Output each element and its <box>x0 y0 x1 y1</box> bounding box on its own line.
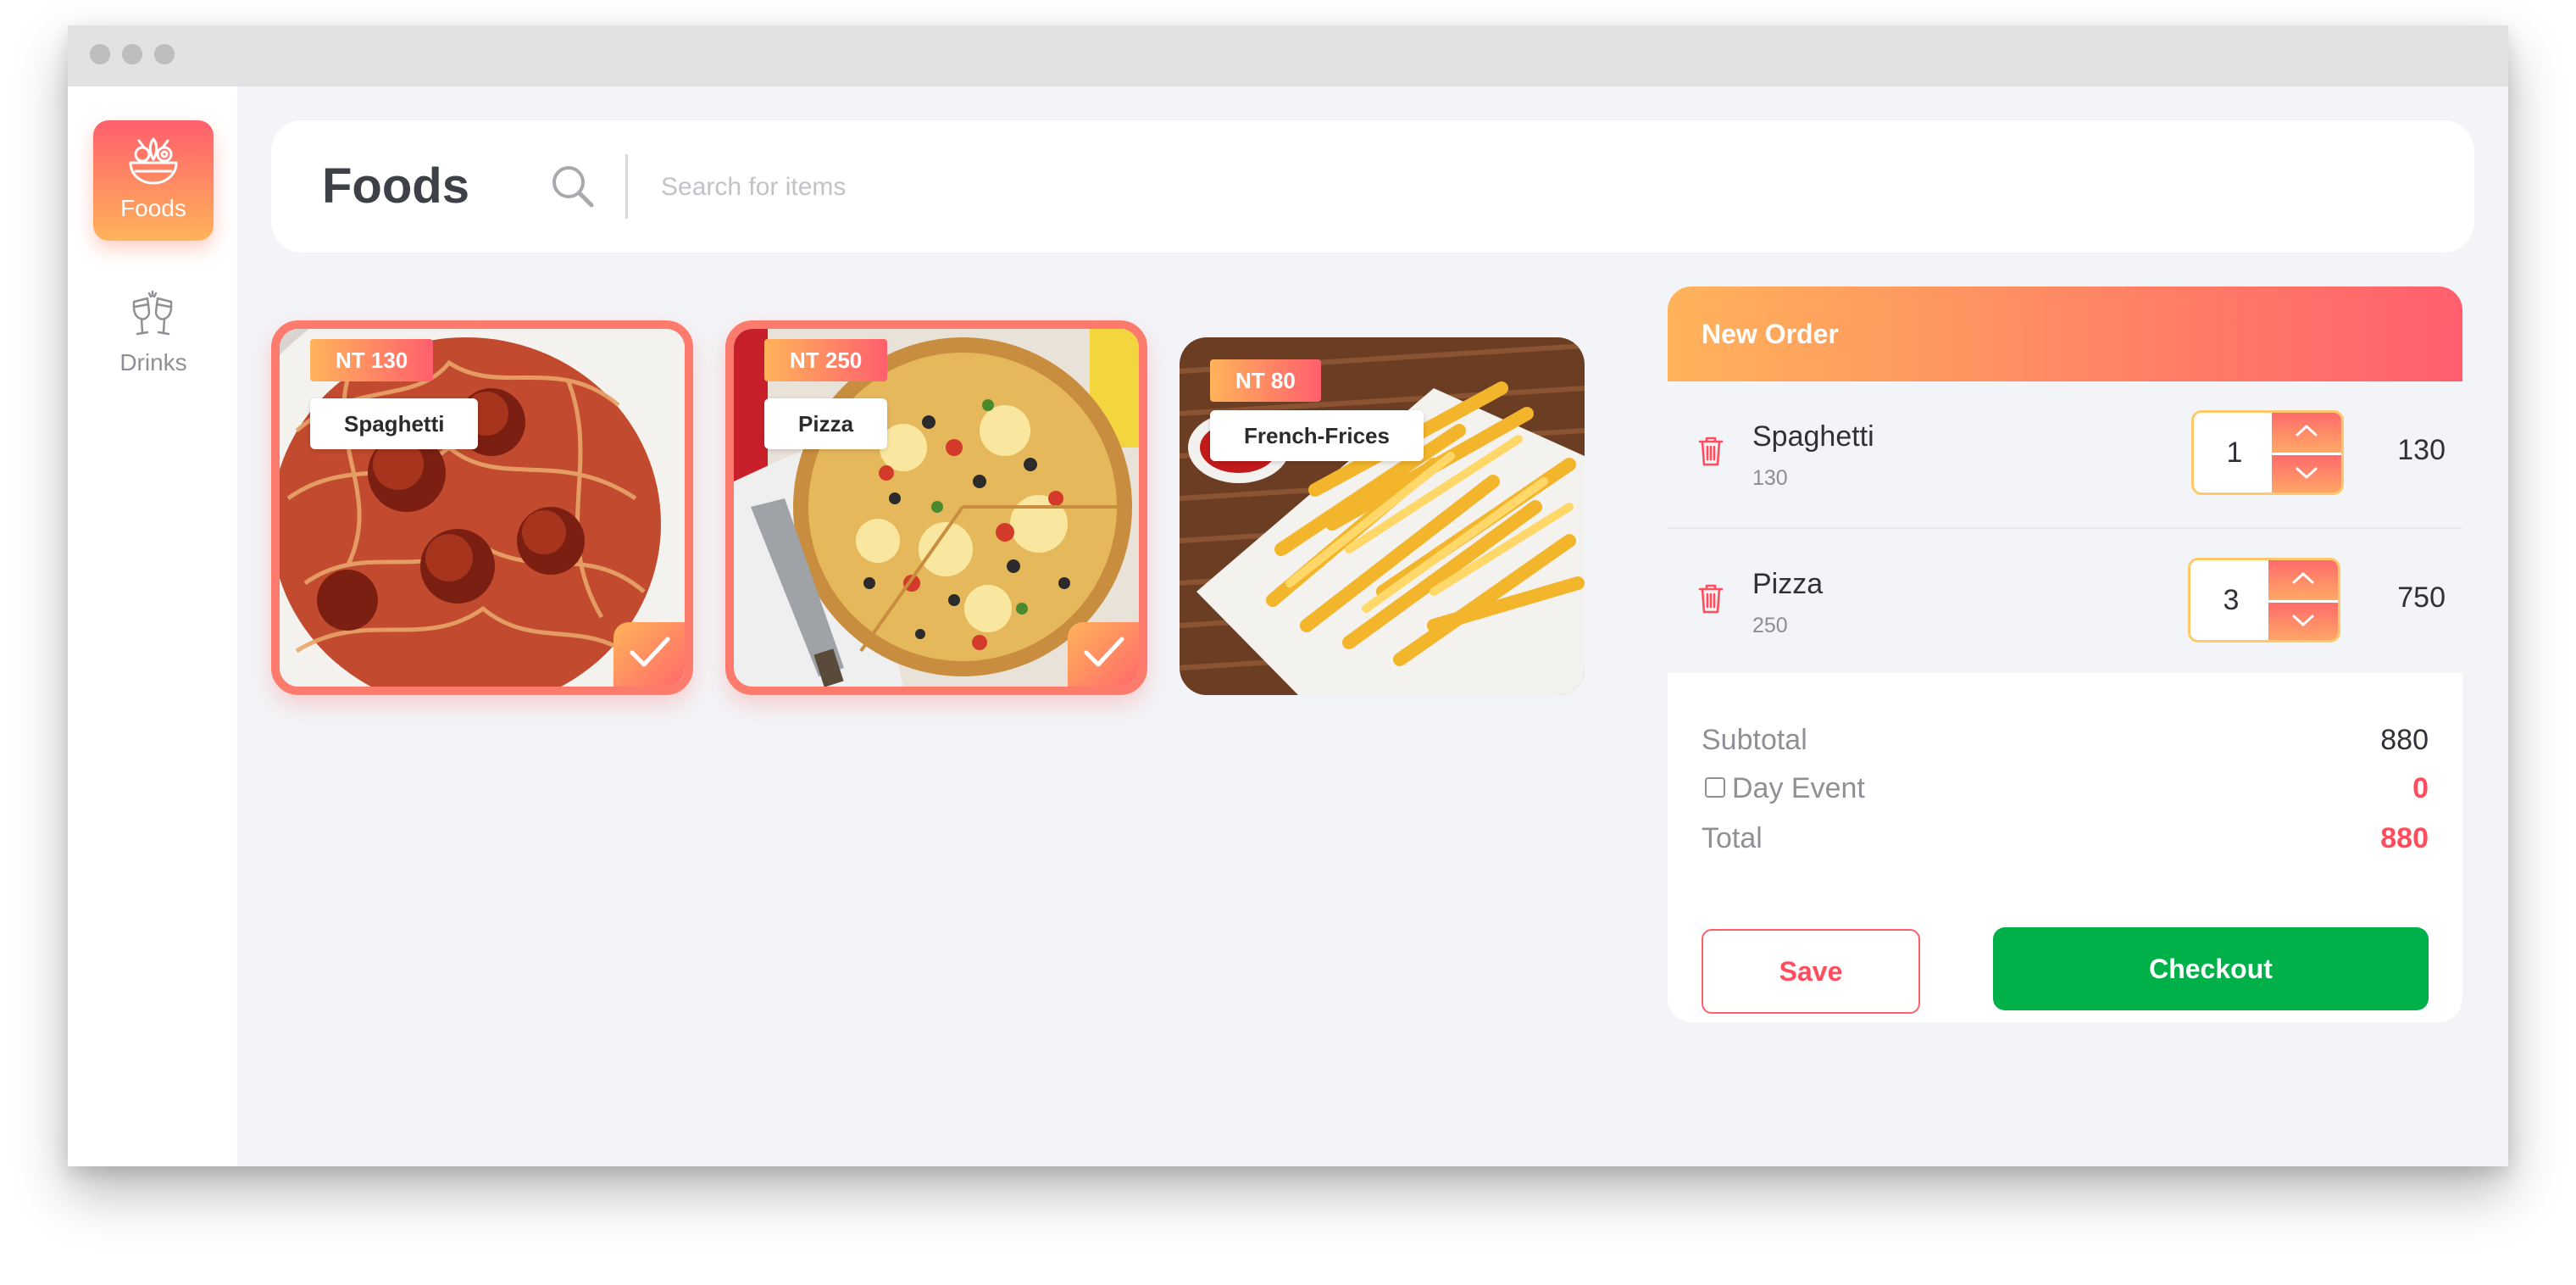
search-divider <box>625 154 628 219</box>
order-header: New Order <box>1668 286 2462 381</box>
order-item-name: Spaghetti <box>1752 420 1874 453</box>
window-minimize-dot[interactable] <box>122 44 142 64</box>
checkmark-icon <box>1084 637 1124 667</box>
trash-icon[interactable] <box>1696 581 1725 615</box>
quantity-stepper[interactable]: 1 <box>2191 410 2344 495</box>
subtotal-label: Subtotal <box>1702 724 1807 756</box>
sidebar-item-label: Foods <box>120 195 186 221</box>
order-item-spaghetti: Spaghetti 130 1 130 <box>1668 381 2462 527</box>
header-bar: Foods <box>271 120 2474 253</box>
price-tag: NT 250 <box>764 339 888 381</box>
quantity-increment-button[interactable] <box>2268 560 2338 600</box>
food-card-french-fries[interactable]: NT 80 French-Frices <box>1180 337 1585 695</box>
order-item-unit-price: 250 <box>1752 614 1788 637</box>
subtotal-value: 880 <box>2380 724 2429 756</box>
order-item-total: 130 <box>2397 434 2446 466</box>
quantity-decrement-button[interactable] <box>2272 455 2341 492</box>
order-item-unit-price: 130 <box>1752 466 1788 490</box>
wine-glasses-icon <box>132 290 173 336</box>
window-titlebar <box>68 25 2508 86</box>
order-title: New Order <box>1702 319 1839 349</box>
app-window: Foods Drinks Foods Search for items NT 1… <box>68 25 2508 1166</box>
order-item-total: 750 <box>2397 581 2446 614</box>
order-panel: New Order Spaghetti 130 1 130 Pizza 250 … <box>1668 286 2462 1022</box>
day-event-checkbox[interactable] <box>1705 777 1725 798</box>
food-card-pizza[interactable]: NT 250 Pizza <box>725 320 1147 695</box>
save-button[interactable]: Save <box>1702 929 1920 1014</box>
page-title: Foods <box>322 159 469 214</box>
price-tag: NT 80 <box>1210 359 1321 402</box>
checkout-button[interactable]: Checkout <box>1993 927 2429 1010</box>
quantity-value[interactable]: 3 <box>2190 560 2272 640</box>
chevron-down-icon <box>2296 467 2318 479</box>
order-item-name: Pizza <box>1752 568 1824 600</box>
sidebar-item-drinks[interactable]: Drinks <box>93 290 214 392</box>
window-close-dot[interactable] <box>90 44 110 64</box>
checkmark-icon <box>630 637 670 667</box>
chevron-down-icon <box>2292 615 2314 626</box>
quantity-decrement-button[interactable] <box>2268 603 2338 640</box>
trash-icon[interactable] <box>1696 434 1725 468</box>
window-maximize-dot[interactable] <box>154 44 175 64</box>
food-name-label: French-Frices <box>1210 410 1424 461</box>
total-label: Total <box>1702 822 1763 854</box>
selected-check-badge <box>613 622 685 687</box>
salad-bowl-icon <box>129 137 178 185</box>
search-input[interactable] <box>661 158 1678 217</box>
food-name-label: Pizza <box>764 398 888 449</box>
day-event-value: 0 <box>2412 772 2429 804</box>
sidebar-item-foods[interactable]: Foods <box>93 120 214 241</box>
price-tag: NT 130 <box>310 339 434 381</box>
sidebar-item-label: Drinks <box>119 349 187 375</box>
search-icon[interactable] <box>549 163 597 210</box>
quantity-stepper[interactable]: 3 <box>2188 558 2340 642</box>
food-card-spaghetti[interactable]: NT 130 Spaghetti <box>271 320 693 695</box>
selected-check-badge <box>1068 622 1139 687</box>
sidebar: Foods Drinks <box>68 86 237 1166</box>
food-name-label: Spaghetti <box>310 398 479 449</box>
quantity-value[interactable]: 1 <box>2194 413 2275 492</box>
chevron-up-icon <box>2296 425 2318 437</box>
quantity-increment-button[interactable] <box>2272 413 2341 453</box>
chevron-up-icon <box>2292 572 2314 584</box>
total-value: 880 <box>2380 822 2429 854</box>
order-item-pizza: Pizza 250 3 750 <box>1668 527 2462 673</box>
day-event-label: Day Event <box>1732 772 1865 804</box>
